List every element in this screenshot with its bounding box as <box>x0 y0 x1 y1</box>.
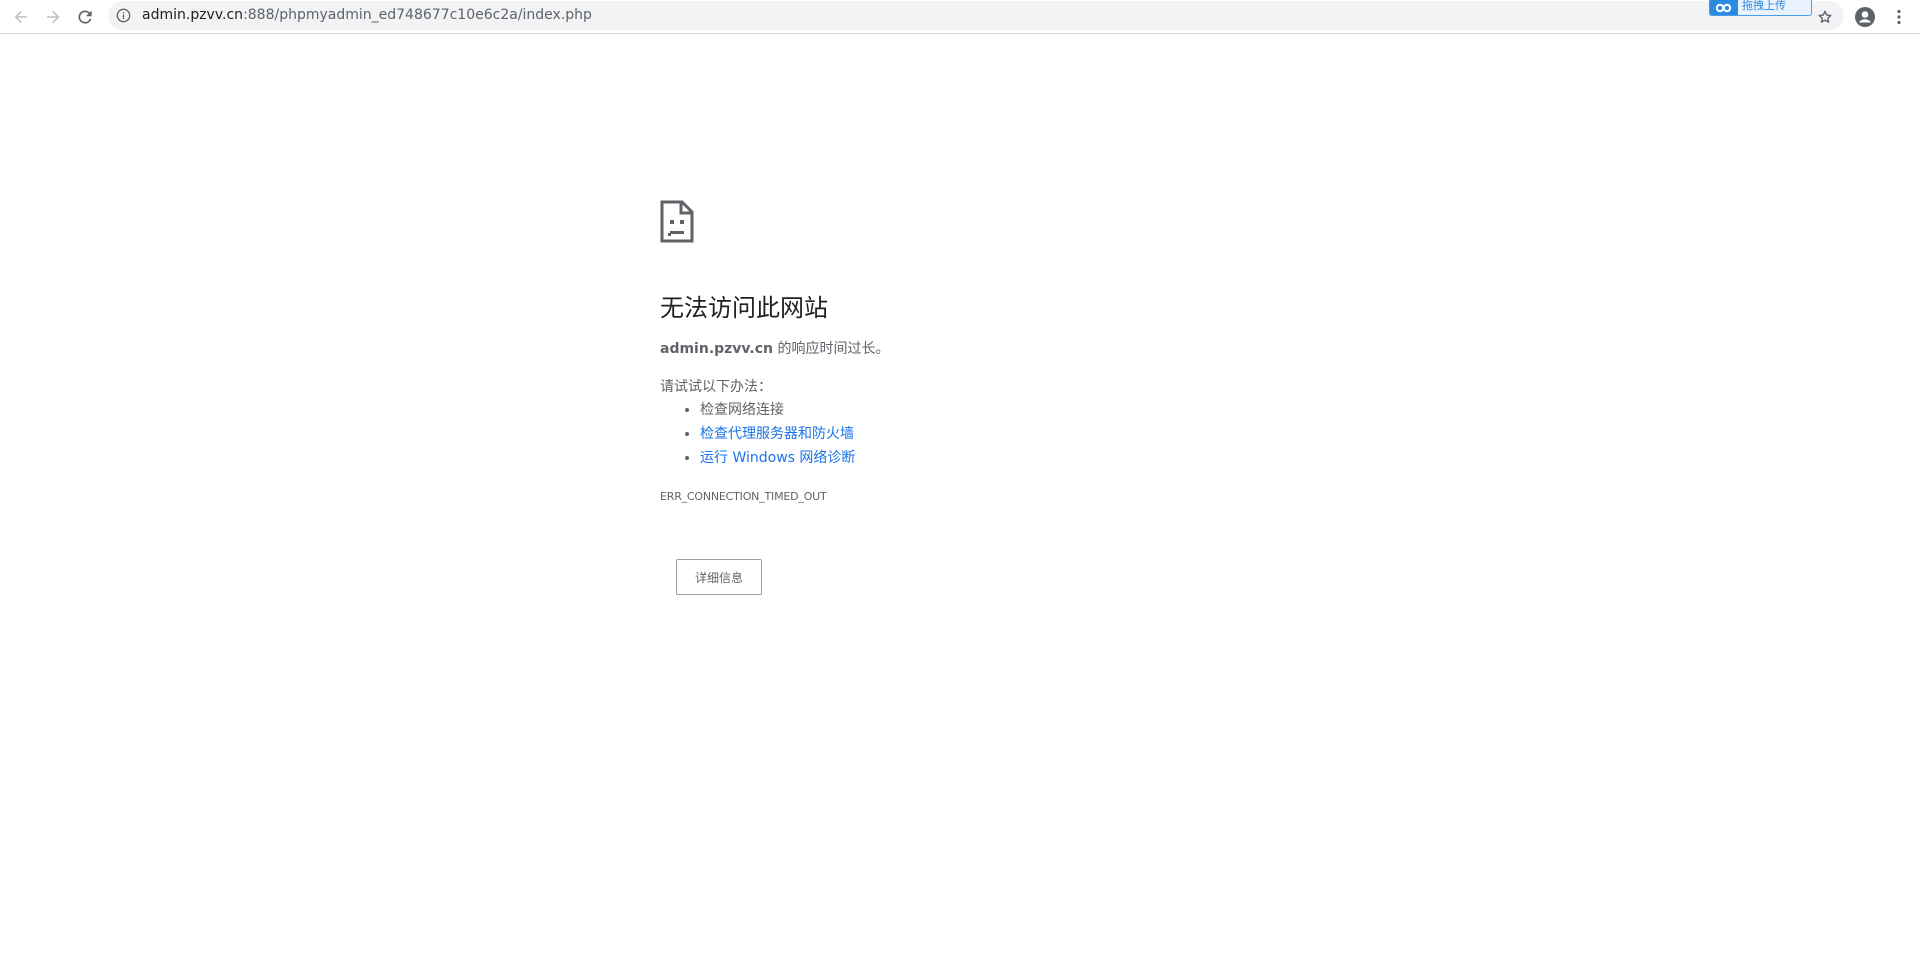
list-item: 检查代理服务器和防火墙 <box>700 422 855 446</box>
address-bar[interactable]: admin.pzvv.cn:888/phpmyadmin_ed748677c10… <box>108 1 1844 30</box>
back-button[interactable] <box>8 4 34 30</box>
extension-logo-icon <box>1710 0 1738 15</box>
details-button[interactable]: 详细信息 <box>676 559 762 595</box>
extension-label: 拖拽上传 <box>1742 0 1786 12</box>
star-icon <box>1818 10 1832 23</box>
suggestion-check-connection: 检查网络连接 <box>700 402 784 418</box>
account-button[interactable] <box>1852 4 1878 30</box>
account-icon <box>1855 7 1875 27</box>
suggestion-check-proxy-link[interactable]: 检查代理服务器和防火墙 <box>700 426 854 442</box>
browser-toolbar: admin.pzvv.cn:888/phpmyadmin_ed748677c10… <box>0 0 1920 34</box>
browser-menu-button[interactable] <box>1886 4 1912 30</box>
url-text[interactable]: admin.pzvv.cn:888/phpmyadmin_ed748677c10… <box>142 7 592 24</box>
url-host: admin.pzvv.cn <box>142 7 244 23</box>
suggestion-run-diagnostics-link[interactable]: 运行 Windows 网络诊断 <box>700 450 855 466</box>
suggestions-list: 检查网络连接 检查代理服务器和防火墙 运行 Windows 网络诊断 <box>660 398 855 470</box>
list-item: 运行 Windows 网络诊断 <box>700 446 855 470</box>
error-code: ERR_CONNECTION_TIMED_OUT <box>660 490 827 503</box>
arrow-back-icon <box>14 10 27 24</box>
error-summary-suffix: 的响应时间过长。 <box>773 341 890 357</box>
reload-icon <box>78 10 92 24</box>
error-summary: admin.pzvv.cn 的响应时间过长。 <box>660 338 889 358</box>
sad-document-icon <box>660 200 694 243</box>
error-heading: 无法访问此网站 <box>660 294 828 322</box>
suggestions-label: 请试试以下办法： <box>660 379 772 395</box>
bookmark-button[interactable] <box>1812 4 1838 30</box>
url-path: :888/phpmyadmin_ed748677c10e6c2a/index.p… <box>243 7 592 23</box>
reload-button[interactable] <box>72 4 98 30</box>
arrow-forward-icon <box>47 10 60 24</box>
forward-button[interactable] <box>40 4 66 30</box>
list-item: 检查网络连接 <box>700 398 855 422</box>
upload-extension-button[interactable]: 拖拽上传 <box>1709 0 1812 16</box>
kebab-menu-icon <box>1897 9 1901 25</box>
error-host: admin.pzvv.cn <box>660 341 774 357</box>
info-icon[interactable] <box>116 8 131 23</box>
